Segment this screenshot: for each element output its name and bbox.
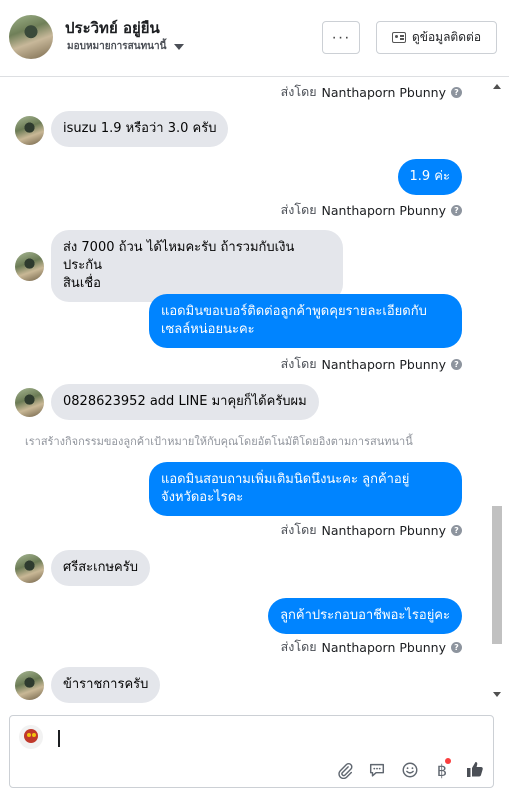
message-text: 1.9 ค่ะ — [409, 169, 451, 184]
sent-by-prefix: ส่งโดย — [280, 202, 317, 217]
sent-by-label: ส่งโดย Nanthaporn Pbunny ? — [281, 354, 462, 374]
caret-down-icon — [174, 43, 185, 50]
message-composer[interactable]: ฿ — [9, 715, 494, 788]
sent-by-prefix: ส่งโดย — [280, 522, 317, 537]
emoji-icon[interactable] — [400, 760, 420, 780]
message-text: 0828623952 add LINE มาคุยก็ได้ครับผม — [63, 394, 307, 409]
message-scrollbar[interactable] — [490, 78, 504, 706]
outgoing-message[interactable]: ลูกค้าประกอบอาชีพอะไรอยู่คะ — [268, 598, 462, 634]
sent-by-label: ส่งโดย Nanthaporn Pbunny ? — [281, 637, 462, 657]
message-text: แอดมินขอเบอร์ติดต่อลูกค้าพูดคุยรายละเอีย… — [161, 304, 427, 319]
scroll-up-arrow-icon[interactable] — [493, 84, 501, 89]
sent-by-name: Nanthaporn Pbunny — [321, 356, 446, 372]
text-cursor — [58, 730, 60, 747]
sent-by-name: Nanthaporn Pbunny — [321, 202, 446, 218]
contact-card-icon — [391, 32, 406, 43]
message-text: ส่ง 7000 ถ้วน ได้ไหมคะรับ ถ้ารวมกับเงินป… — [63, 240, 295, 273]
sent-by-prefix: ส่งโดย — [280, 356, 317, 371]
sent-by-label: ส่งโดย Nanthaporn Pbunny ? — [281, 200, 462, 220]
sent-by-label: ส่งโดย Nanthaporn Pbunny ? — [281, 82, 462, 102]
message-text: ลูกค้าประกอบอาชีพอะไรอยู่คะ — [280, 608, 450, 623]
sender-avatar — [15, 388, 44, 417]
contact-name[interactable]: ประวิทย์ อยู่ยืน — [65, 16, 160, 40]
outgoing-message[interactable]: แอดมินสอบถามเพิ่มเติมนิดนึงนะคะ ลูกค้าอย… — [149, 462, 462, 516]
assign-conversation-label: มอบหมายการสนทนานี้ — [67, 41, 167, 52]
message-text: สินเชื่อ — [63, 276, 101, 291]
lead-activity-notice: เราสร้างกิจกรรมของลูกค้าเป้าหมายให้กับคุ… — [25, 435, 413, 448]
page-avatar — [19, 725, 43, 749]
sender-avatar — [15, 116, 44, 145]
outgoing-message[interactable]: 1.9 ค่ะ — [397, 159, 462, 195]
message-text: แอดมินสอบถามเพิ่มเติมนิดนึงนะคะ ลูกค้าอย… — [161, 472, 410, 487]
sent-by-prefix: ส่งโดย — [280, 639, 317, 654]
message-text: isuzu 1.9 หรือว่า 3.0 ครับ — [63, 121, 217, 136]
message-text: ศรีสะเกษครับ — [63, 560, 138, 575]
view-contact-info-button[interactable]: ดูข้อมูลติดต่อ — [376, 21, 497, 54]
sent-by-label: ส่งโดย Nanthaporn Pbunny ? — [281, 520, 462, 540]
outgoing-message[interactable]: แอดมินขอเบอร์ติดต่อลูกค้าพูดคุยรายละเอีย… — [149, 294, 462, 348]
assign-conversation-dropdown[interactable]: มอบหมายการสนทนานี้ — [67, 39, 185, 54]
conversation-header: ประวิทย์ อยู่ยืน มอบหมายการสนทนานี้ ··· … — [0, 0, 509, 77]
incoming-message[interactable]: ศรีสะเกษครับ — [51, 550, 150, 586]
like-icon[interactable] — [464, 758, 486, 780]
contact-avatar[interactable] — [9, 15, 53, 59]
sent-by-name: Nanthaporn Pbunny — [321, 522, 446, 538]
sender-avatar — [15, 554, 44, 583]
view-contact-info-label: ดูข้อมูลติดต่อ — [411, 30, 482, 44]
quick-reply-icon[interactable] — [367, 760, 387, 780]
info-icon[interactable]: ? — [451, 86, 462, 98]
sent-by-name: Nanthaporn Pbunny — [321, 639, 446, 655]
message-text: ข้าราชการครับ — [63, 677, 149, 692]
message-input[interactable] — [54, 726, 474, 750]
incoming-message[interactable]: ส่ง 7000 ถ้วน ได้ไหมคะรับ ถ้ารวมกับเงินป… — [51, 230, 343, 302]
incoming-message[interactable]: isuzu 1.9 หรือว่า 3.0 ครับ — [51, 111, 229, 147]
info-icon[interactable]: ? — [451, 358, 462, 370]
sender-avatar — [15, 252, 44, 281]
sent-by-prefix: ส่งโดย — [280, 84, 317, 99]
scrollbar-thumb[interactable] — [492, 506, 502, 644]
info-icon[interactable]: ? — [451, 641, 462, 653]
info-icon[interactable]: ? — [451, 524, 462, 536]
incoming-message[interactable]: 0828623952 add LINE มาคุยก็ได้ครับผม — [51, 384, 319, 420]
message-thread[interactable]: ส่งโดย Nanthaporn Pbunny ? isuzu 1.9 หรื… — [0, 78, 490, 706]
paperclip-icon[interactable] — [335, 760, 355, 780]
more-icon: ··· — [331, 28, 351, 46]
message-text: เซลล์หน่อยนะคะ — [161, 322, 255, 337]
notification-dot — [445, 758, 451, 764]
baht-payment-icon[interactable]: ฿ — [432, 758, 452, 780]
info-icon[interactable]: ? — [451, 204, 462, 216]
message-text: จังหวัดอะไรคะ — [161, 490, 244, 505]
sent-by-name: Nanthaporn Pbunny — [321, 84, 446, 100]
more-options-button[interactable]: ··· — [322, 21, 360, 54]
incoming-message[interactable]: ข้าราชการครับ — [51, 667, 161, 703]
scroll-down-arrow-icon[interactable] — [493, 692, 501, 697]
sender-avatar — [15, 671, 44, 700]
